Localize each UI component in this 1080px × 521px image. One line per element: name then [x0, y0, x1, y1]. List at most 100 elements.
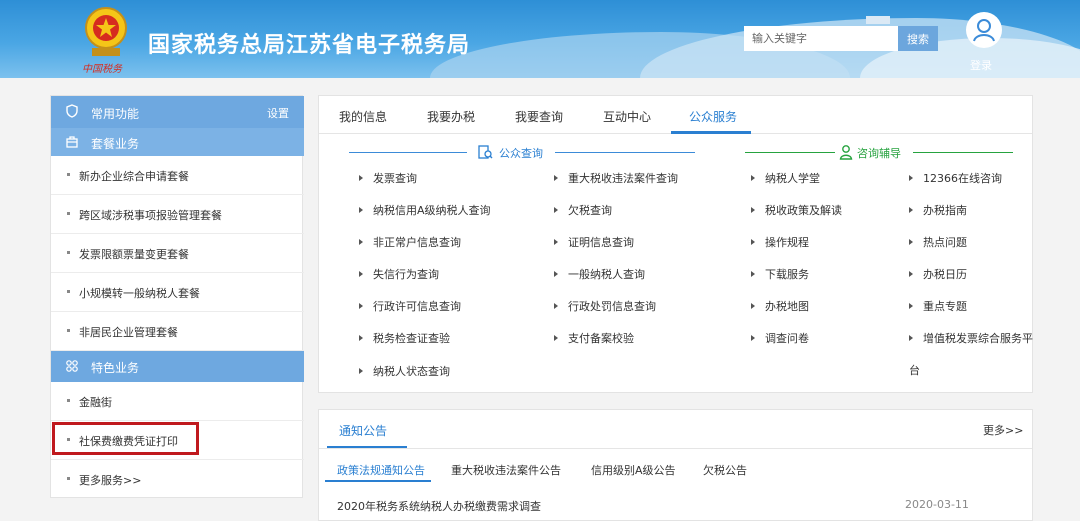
arrow-right-icon [909, 207, 913, 213]
link-license-query[interactable]: 行政许可信息查询 [359, 298, 461, 314]
link-procedures[interactable]: 操作规程 [751, 234, 809, 250]
link-general-taxpayer-query[interactable]: 一般纳税人查询 [554, 266, 645, 282]
package-icon [66, 136, 78, 148]
search-button[interactable]: 搜索 [898, 26, 938, 51]
tax-emblem-icon [85, 7, 127, 56]
section-divider [745, 152, 835, 153]
subtab-policy-notice[interactable]: 政策法规通知公告 [337, 462, 425, 478]
sidebar-item-label: 小规模转一般纳税人套餐 [79, 287, 200, 300]
search-input[interactable] [744, 26, 898, 51]
link-hot-issues[interactable]: 热点问题 [909, 234, 967, 250]
notice-row-date: 2020-03-11 [905, 498, 969, 511]
arrow-right-icon [751, 335, 755, 341]
link-taxpayer-school[interactable]: 纳税人学堂 [751, 170, 820, 186]
sidebar-item-label: 非居民企业管理套餐 [79, 326, 178, 339]
link-tax-policy[interactable]: 税收政策及解读 [751, 202, 842, 218]
notice-title[interactable]: 通知公告 [339, 422, 387, 439]
arrow-right-icon [359, 175, 363, 181]
arrow-right-icon [751, 303, 755, 309]
sidebar-item-small-scale[interactable]: 小规模转一般纳税人套餐 [51, 273, 304, 312]
link-tax-calendar[interactable]: 办税日历 [909, 266, 967, 282]
arrow-right-icon [751, 271, 755, 277]
sidebar-header-package[interactable]: 套餐业务 [51, 128, 304, 156]
sidebar-header-common[interactable]: 常用功能 设置 [51, 96, 304, 128]
tab-query[interactable]: 我要查询 [515, 108, 563, 125]
sidebar-item-finance-street[interactable]: 金融街 [51, 382, 304, 421]
arrow-right-icon [909, 175, 913, 181]
subtab-tax-arrears[interactable]: 欠税公告 [703, 462, 747, 478]
arrow-right-icon [359, 207, 363, 213]
sidebar-item-cross-region[interactable]: 跨区域涉税事项报验管理套餐 [51, 195, 304, 234]
sidebar-item-new-enterprise[interactable]: 新办企业综合申请套餐 [51, 156, 304, 195]
notice-divider [319, 448, 1032, 449]
link-tax-guide[interactable]: 办税指南 [909, 202, 967, 218]
tab-tax-filing[interactable]: 我要办税 [427, 108, 475, 125]
link-vat-invoice-platform-cont[interactable]: 台 [909, 362, 920, 378]
link-vat-invoice-platform[interactable]: 增值税发票综合服务平 [909, 330, 1033, 346]
more-link[interactable]: 更多>> [983, 422, 1023, 438]
link-dishonest-query[interactable]: 失信行为查询 [359, 266, 439, 282]
arrow-right-icon [909, 239, 913, 245]
user-avatar-icon[interactable] [966, 12, 1002, 48]
link-credit-a-query[interactable]: 纳税信用A级纳税人查询 [359, 202, 491, 218]
active-tab-underline [671, 131, 751, 134]
arrow-right-icon [359, 335, 363, 341]
sidebar-item-non-resident[interactable]: 非居民企业管理套餐 [51, 312, 304, 351]
bullet-icon [67, 399, 70, 402]
arrow-right-icon [751, 239, 755, 245]
link-tax-map[interactable]: 办税地图 [751, 298, 809, 314]
arrow-right-icon [359, 368, 363, 374]
service-panel: 我的信息 我要办税 我要查询 互动中心 公众服务 公众查询 咨询辅导 发票查询 … [318, 95, 1033, 393]
arrow-right-icon [554, 303, 558, 309]
grid-icon [66, 360, 78, 372]
link-certificate-query[interactable]: 证明信息查询 [554, 234, 634, 250]
arrow-right-icon [909, 271, 913, 277]
link-taxpayer-status[interactable]: 纳税人状态查询 [359, 363, 450, 379]
tab-interaction[interactable]: 互动中心 [603, 108, 651, 125]
settings-link[interactable]: 设置 [267, 105, 289, 121]
sidebar-header-special[interactable]: 特色业务 [51, 351, 304, 382]
subtab-credit-a[interactable]: 信用级别A级公告 [591, 462, 676, 478]
section-divider [913, 152, 1013, 153]
sidebar-item-label: 发票限额票量变更套餐 [79, 248, 189, 261]
link-penalty-query[interactable]: 行政处罚信息查询 [554, 298, 656, 314]
notice-row-title[interactable]: 2020年税务系统纳税人办税缴费需求调查 [337, 498, 541, 514]
link-12366-consult[interactable]: 12366在线咨询 [909, 170, 1002, 186]
subtab-major-violation[interactable]: 重大税收违法案件公告 [451, 462, 561, 478]
notice-title-underline [327, 446, 407, 448]
sidebar-item-more-services[interactable]: 更多服务>> [51, 460, 304, 499]
arrow-right-icon [751, 175, 755, 181]
link-abnormal-query[interactable]: 非正常户信息查询 [359, 234, 461, 250]
link-downloads[interactable]: 下载服务 [751, 266, 809, 282]
link-key-topics[interactable]: 重点专题 [909, 298, 967, 314]
login-link[interactable]: 登录 [970, 57, 992, 73]
search-doc-icon [478, 145, 493, 159]
tab-bar: 我的信息 我要办税 我要查询 互动中心 公众服务 [319, 96, 1032, 134]
tab-my-info[interactable]: 我的信息 [339, 108, 387, 125]
bullet-icon [67, 290, 70, 293]
sidebar-item-label: 新办企业综合申请套餐 [79, 170, 189, 183]
site-header: 中国税务 国家税务总局江苏省电子税务局 搜索 登录 [0, 0, 1080, 78]
emblem-script-logo: 中国税务 [82, 64, 122, 75]
arrow-right-icon [554, 175, 558, 181]
shield-icon [66, 104, 78, 118]
section-divider [555, 152, 695, 153]
bullet-icon [67, 251, 70, 254]
tab-public-service[interactable]: 公众服务 [689, 108, 737, 125]
consult-person-icon [839, 145, 853, 160]
arrow-right-icon [359, 303, 363, 309]
sidebar-header-label: 常用功能 [91, 107, 140, 121]
link-payment-verify[interactable]: 支付备案校验 [554, 330, 634, 346]
bullet-icon [67, 173, 70, 176]
link-invoice-query[interactable]: 发票查询 [359, 170, 417, 186]
section-divider [349, 152, 467, 153]
sidebar-item-label: 更多服务>> [79, 474, 142, 487]
link-survey[interactable]: 调查问卷 [751, 330, 809, 346]
sidebar-item-label: 跨区域涉税事项报验管理套餐 [79, 209, 222, 222]
notice-panel: 通知公告 更多>> 政策法规通知公告 重大税收违法案件公告 信用级别A级公告 欠… [318, 409, 1033, 521]
link-inspection-verify[interactable]: 税务检查证查验 [359, 330, 450, 346]
sidebar-item-invoice-limit[interactable]: 发票限额票量变更套餐 [51, 234, 304, 273]
arrow-right-icon [554, 239, 558, 245]
link-tax-arrears-query[interactable]: 欠税查询 [554, 202, 612, 218]
link-major-violation-query[interactable]: 重大税收违法案件查询 [554, 170, 678, 186]
